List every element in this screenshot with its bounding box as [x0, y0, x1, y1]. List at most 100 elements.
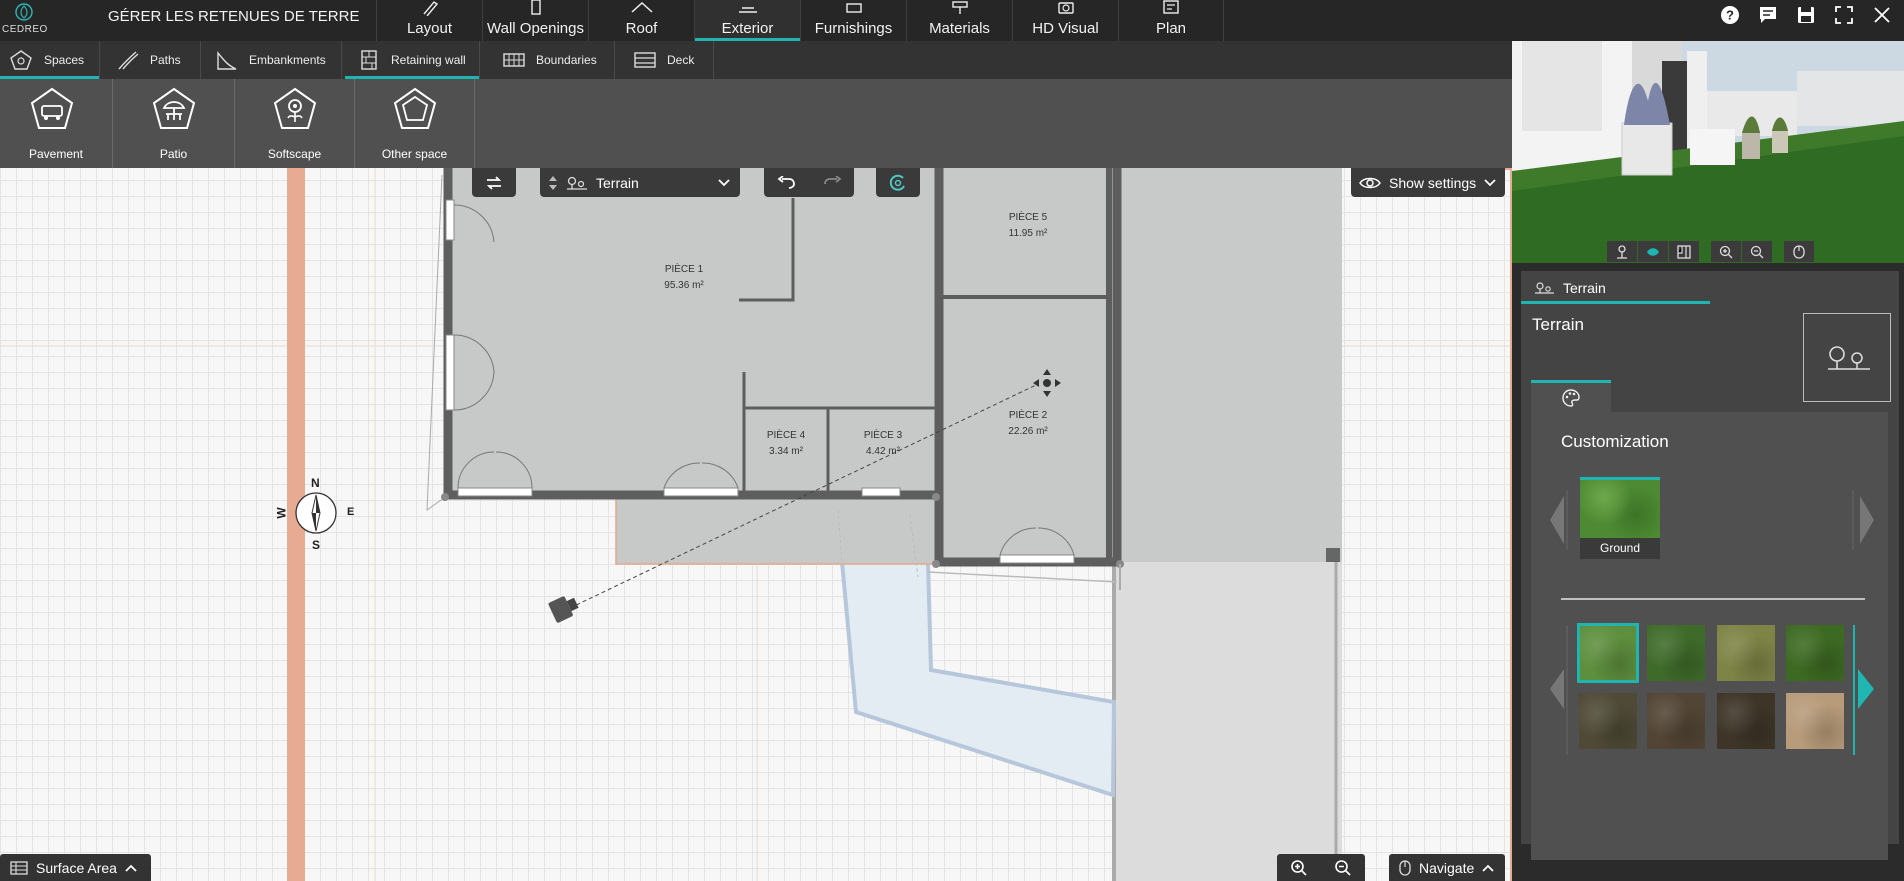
- zoom-in-3d-button[interactable]: [1711, 241, 1741, 262]
- plan-canvas[interactable]: PIÈCE 1 95.36 m² PIÈCE 5 11.95 m² PIÈCE …: [0, 168, 1512, 881]
- magnet-icon: [889, 174, 905, 191]
- close-icon[interactable]: [1870, 3, 1894, 27]
- subtab-retaining-wall[interactable]: Retaining wall: [345, 41, 480, 79]
- material-swatch[interactable]: [1717, 625, 1775, 681]
- aerial-view-button[interactable]: [1638, 241, 1668, 262]
- tab-exterior[interactable]: Exterior: [694, 0, 800, 41]
- save-icon[interactable]: [1794, 3, 1818, 27]
- room-label-2[interactable]: PIÈCE 2 22.26 m²: [1008, 408, 1047, 440]
- subtab-embankments[interactable]: Embankments: [201, 41, 342, 79]
- room-area: 4.42 m²: [866, 446, 900, 457]
- patio-icon: [152, 87, 196, 129]
- magnet-button[interactable]: [876, 168, 920, 197]
- aerial-icon: [1647, 247, 1659, 256]
- chevron-up-icon: [125, 864, 137, 872]
- navigate-button[interactable]: Navigate: [1389, 854, 1505, 881]
- camera-icon: [1057, 2, 1074, 14]
- terrain-large-icon: [1828, 346, 1870, 370]
- zoom-out-3d-button[interactable]: [1742, 241, 1772, 262]
- help-icon[interactable]: ?: [1718, 3, 1742, 27]
- show-settings-label: Show settings: [1389, 174, 1477, 191]
- subtab-paths[interactable]: Paths: [100, 41, 201, 79]
- room-label-4[interactable]: PIÈCE 4 3.34 m²: [767, 428, 805, 460]
- compass[interactable]: N S E W: [275, 472, 362, 554]
- zoom-out-icon[interactable]: [1334, 859, 1352, 877]
- redo-icon[interactable]: [822, 175, 842, 190]
- undo-icon[interactable]: [777, 175, 797, 190]
- room-area: 3.34 m²: [769, 446, 803, 457]
- fullscreen-icon[interactable]: [1832, 3, 1856, 27]
- carousel-prev-icon[interactable]: [1546, 490, 1568, 550]
- top-bar: CEDREO GÉRER LES RETENUES DE TERRE Layou…: [0, 0, 1904, 41]
- paint-roller-icon: [951, 1, 968, 14]
- 3d-preview[interactable]: [1512, 41, 1904, 263]
- swatches-next-icon[interactable]: [1852, 625, 1878, 755]
- tab-roof[interactable]: Roof: [588, 0, 694, 41]
- room-area: 22.26 m²: [1008, 426, 1048, 437]
- material-swatch[interactable]: [1647, 625, 1705, 681]
- material-swatch[interactable]: [1717, 693, 1775, 749]
- subtab-spaces[interactable]: Spaces: [0, 41, 100, 79]
- cedreo-logo[interactable]: CEDREO: [0, 0, 52, 41]
- person-icon: [1617, 244, 1627, 259]
- customization-title: Customization: [1561, 432, 1669, 451]
- tool-patio[interactable]: Patio: [113, 79, 235, 168]
- show-settings-button[interactable]: Show settings: [1351, 168, 1505, 197]
- subtab-label: Retaining wall: [391, 53, 466, 67]
- material-swatch[interactable]: [1579, 693, 1637, 749]
- carousel-next-icon[interactable]: [1852, 490, 1878, 550]
- room-label-3[interactable]: PIÈCE 3 4.42 m²: [864, 428, 902, 460]
- zoom-out-icon: [1750, 245, 1764, 258]
- navigate-label: Navigate: [1419, 859, 1475, 876]
- tool-pavement[interactable]: Pavement: [0, 79, 113, 168]
- material-swatch[interactable]: [1786, 625, 1844, 681]
- ground-swatch: [1580, 480, 1660, 538]
- tab-label: Plan: [1155, 20, 1187, 37]
- 3d-scene: [1512, 41, 1904, 263]
- surface-area-button[interactable]: Surface Area: [0, 854, 151, 881]
- tool-softscape[interactable]: Softscape: [235, 79, 355, 168]
- material-swatch[interactable]: [1786, 693, 1844, 749]
- panel-tab-label: Terrain: [1563, 279, 1606, 296]
- project-title[interactable]: GÉRER LES RETENUES DE TERRE: [108, 8, 359, 25]
- room-name: PIÈCE 4: [766, 430, 806, 441]
- tab-furnishings[interactable]: Furnishings: [800, 0, 906, 41]
- terrain-panel-tab[interactable]: Terrain: [1521, 274, 1710, 304]
- 3d-view-controls: [1607, 241, 1814, 263]
- plan-view-button[interactable]: [1669, 241, 1699, 262]
- level-select[interactable]: Terrain: [540, 168, 740, 197]
- tab-plan[interactable]: Plan: [1118, 0, 1224, 41]
- tab-label: Layout: [406, 20, 453, 37]
- subtab-label: Spaces: [44, 53, 85, 67]
- tab-label: Exterior: [721, 20, 774, 37]
- mouse-mode-button[interactable]: [1784, 241, 1814, 262]
- level-select-value: Terrain: [596, 174, 639, 191]
- subtab-deck[interactable]: Deck: [615, 41, 714, 79]
- swatches-prev-icon[interactable]: [1546, 625, 1568, 755]
- ground-material-card[interactable]: Ground: [1580, 477, 1660, 559]
- material-swatch[interactable]: [1647, 693, 1705, 749]
- spaces-icon: [10, 50, 32, 70]
- space-tools-bar: Pavement Patio Softscape Other space: [0, 79, 1512, 168]
- room-label-1[interactable]: PIÈCE 1 95.36 m²: [664, 262, 703, 294]
- tab-layout[interactable]: Layout: [376, 0, 482, 41]
- material-swatch[interactable]: [1577, 623, 1639, 683]
- subtab-boundaries[interactable]: Boundaries: [480, 41, 615, 79]
- tool-label: Softscape: [267, 147, 322, 161]
- top-actions: ?: [1718, 3, 1894, 27]
- person-view-button[interactable]: [1607, 241, 1637, 262]
- tab-label: Materials: [929, 20, 990, 37]
- tab-hd-visual[interactable]: HD Visual: [1012, 0, 1118, 41]
- room-area: 11.95 m²: [1008, 228, 1048, 239]
- chevron-down-icon: [1484, 178, 1496, 186]
- room-label-5[interactable]: PIÈCE 5 11.95 m²: [1009, 210, 1048, 242]
- customization-tab[interactable]: [1531, 380, 1611, 412]
- tab-wall-openings[interactable]: Wall Openings: [482, 0, 588, 41]
- palette-icon: [1562, 388, 1580, 407]
- softscape-icon: [273, 87, 317, 129]
- tool-other-space[interactable]: Other space: [355, 79, 475, 168]
- comment-icon[interactable]: [1756, 3, 1780, 27]
- swap-button[interactable]: [472, 168, 516, 197]
- tab-materials[interactable]: Materials: [906, 0, 1012, 41]
- zoom-in-icon[interactable]: [1290, 859, 1308, 877]
